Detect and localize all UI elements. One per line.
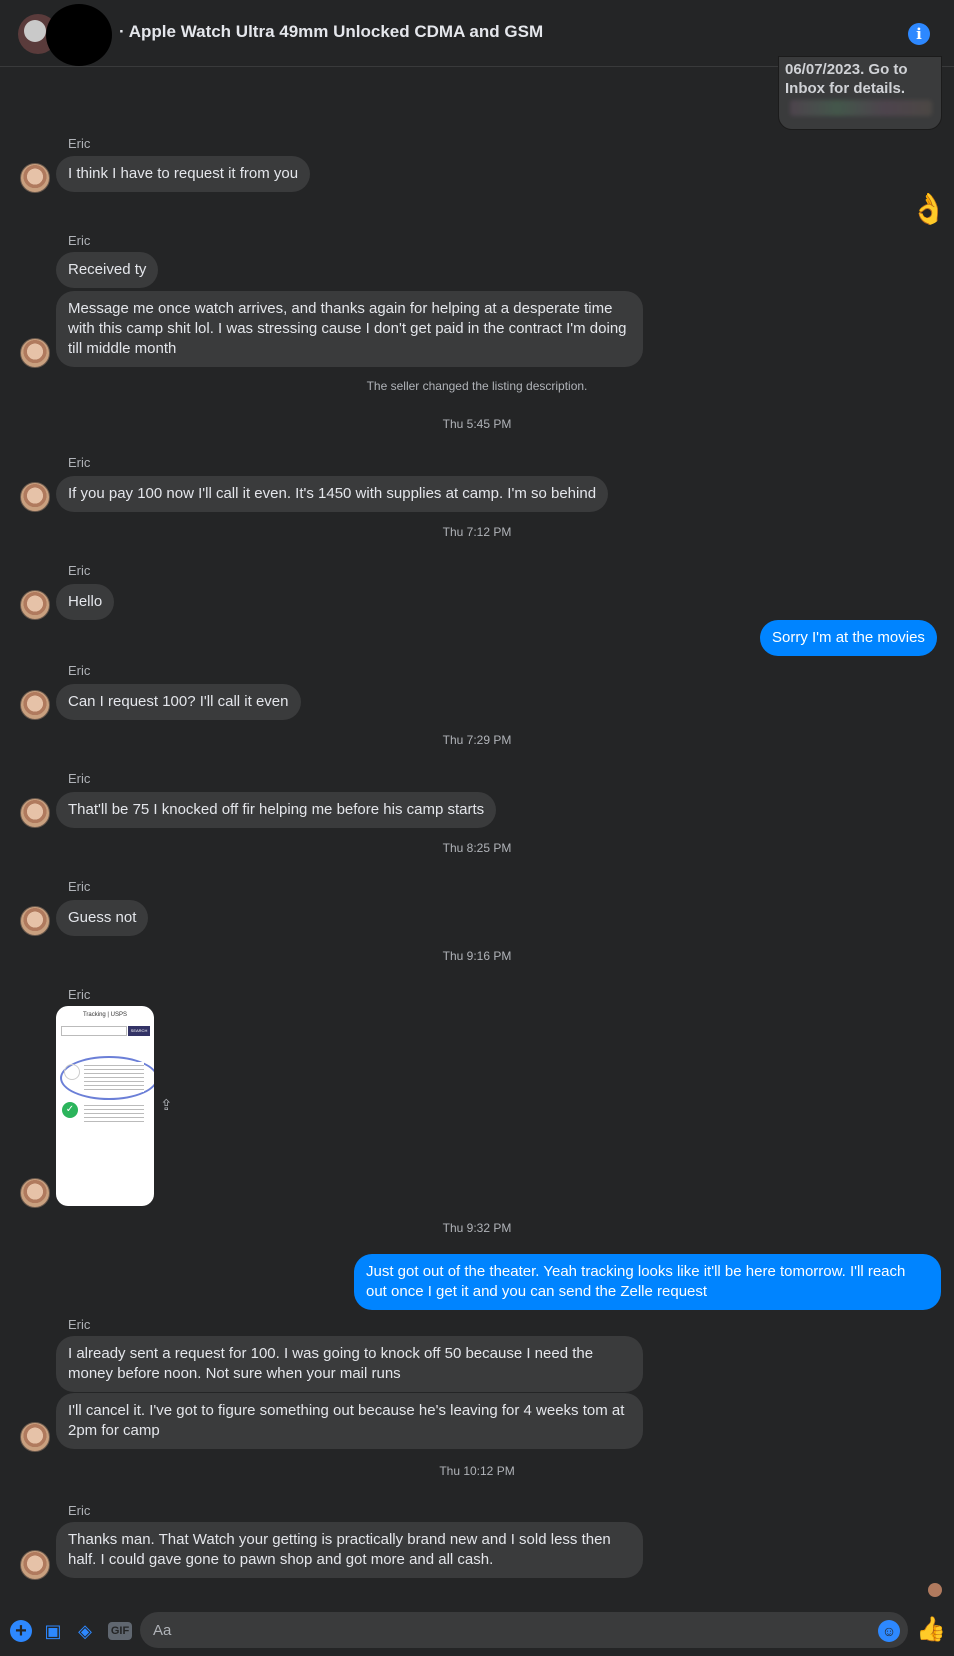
message-bubble[interactable]: Received ty bbox=[56, 252, 159, 288]
pending-status-icon bbox=[64, 1064, 80, 1080]
sender-name: Eric bbox=[68, 771, 91, 786]
message-input-placeholder: Aa bbox=[153, 1622, 172, 1639]
contact-avatar[interactable] bbox=[46, 4, 112, 66]
top-cut-message-text: 06/07/2023. Go to Inbox for details. bbox=[785, 61, 908, 97]
sender-name: Eric bbox=[68, 563, 91, 578]
sender-avatar[interactable] bbox=[20, 338, 50, 368]
message-bubble[interactable]: Can I request 100? I'll call it even bbox=[56, 684, 301, 720]
conversation-title[interactable]: · Apple Watch Ultra 49mm Unlocked CDMA a… bbox=[119, 22, 543, 42]
tracking-search-button: SEARCH bbox=[128, 1026, 150, 1036]
message-bubble[interactable]: Guess not bbox=[56, 900, 149, 936]
sender-avatar[interactable] bbox=[20, 482, 50, 512]
message-bubble[interactable]: Hello bbox=[56, 584, 115, 620]
sender-name: Eric bbox=[68, 1317, 91, 1332]
sender-avatar[interactable] bbox=[20, 1422, 50, 1452]
sender-avatar[interactable] bbox=[20, 906, 50, 936]
photo-icon[interactable]: ▣ bbox=[42, 1620, 64, 1642]
timestamp: Thu 5:45 PM bbox=[442, 417, 512, 431]
sender-name: Eric bbox=[68, 1503, 91, 1518]
outgoing-message-bubble[interactable]: Just got out of the theater. Yeah tracki… bbox=[354, 1254, 941, 1310]
plus-icon[interactable]: + bbox=[10, 1620, 32, 1642]
sender-name: Eric bbox=[68, 987, 91, 1002]
sender-avatar[interactable] bbox=[20, 798, 50, 828]
sender-name: Eric bbox=[68, 663, 91, 678]
seen-indicator-avatar bbox=[928, 1583, 942, 1597]
gif-icon[interactable]: GIF bbox=[108, 1622, 132, 1640]
message-bubble[interactable]: If you pay 100 now I'll call it even. It… bbox=[56, 476, 609, 512]
tracking-screenshot-image[interactable]: Tracking | USPS SEARCH ✓ bbox=[56, 1006, 154, 1206]
sender-name: Eric bbox=[68, 136, 91, 151]
system-notice: The seller changed the listing descripti… bbox=[366, 379, 588, 393]
info-icon[interactable]: i bbox=[908, 23, 930, 45]
message-bubble[interactable]: I'll cancel it. I've got to figure somet… bbox=[56, 1393, 643, 1449]
message-bubble[interactable]: I think I have to request it from you bbox=[56, 156, 311, 192]
timestamp: Thu 10:12 PM bbox=[439, 1464, 515, 1478]
message-bubble[interactable]: Message me once watch arrives, and thank… bbox=[56, 291, 643, 367]
sender-avatar[interactable] bbox=[20, 163, 50, 193]
delivered-details-text bbox=[84, 1102, 144, 1124]
message-input[interactable] bbox=[140, 1612, 908, 1648]
thumbs-up-icon[interactable]: 👍 bbox=[916, 1616, 946, 1644]
check-icon: ✓ bbox=[62, 1102, 78, 1118]
sender-avatar[interactable] bbox=[20, 590, 50, 620]
sticker-icon[interactable]: ◈ bbox=[74, 1620, 96, 1642]
message-bubble[interactable]: I already sent a request for 100. I was … bbox=[56, 1336, 643, 1392]
emoji-icon[interactable]: ☺ bbox=[878, 1620, 900, 1642]
sender-name: Eric bbox=[68, 879, 91, 894]
sender-avatar[interactable] bbox=[20, 1178, 50, 1208]
tracking-title: Tracking | USPS bbox=[82, 1012, 127, 1018]
sender-avatar[interactable] bbox=[20, 690, 50, 720]
ok-hand-emoji-reaction: 👌 bbox=[910, 193, 948, 226]
sender-avatar[interactable] bbox=[20, 1550, 50, 1580]
timestamp: Thu 7:29 PM bbox=[442, 733, 512, 747]
timestamp: Thu 8:25 PM bbox=[442, 841, 512, 855]
timestamp: Thu 9:16 PM bbox=[442, 949, 512, 963]
outgoing-message-bubble[interactable]: Sorry I'm at the movies bbox=[760, 620, 937, 656]
blurred-content bbox=[790, 100, 932, 116]
tracking-details-text bbox=[84, 1062, 144, 1092]
tracking-search-field bbox=[61, 1026, 127, 1036]
timestamp: Thu 9:32 PM bbox=[442, 1221, 512, 1235]
share-icon[interactable]: ⇪ bbox=[160, 1096, 176, 1114]
message-bubble[interactable]: That'll be 75 I knocked off fir helping … bbox=[56, 792, 497, 828]
sender-name: Eric bbox=[68, 233, 91, 248]
timestamp: Thu 7:12 PM bbox=[442, 525, 512, 539]
sender-name: Eric bbox=[68, 455, 91, 470]
message-bubble[interactable]: Thanks man. That Watch your getting is p… bbox=[56, 1522, 643, 1578]
